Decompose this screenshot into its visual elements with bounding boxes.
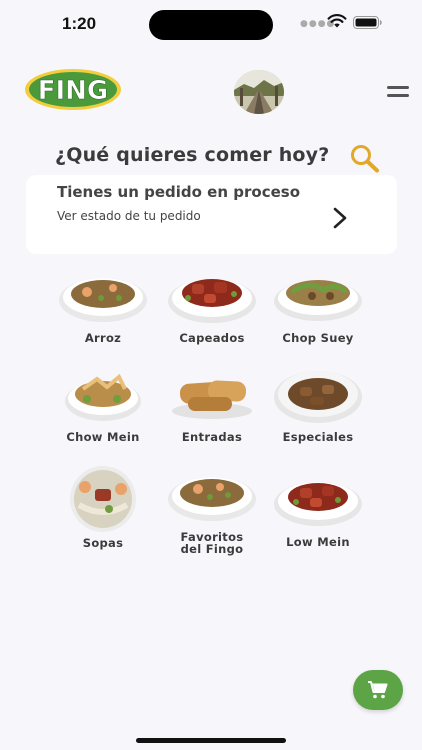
category-label: Sopas <box>82 536 124 550</box>
category-favoritos[interactable]: Favoritos del Fingo <box>157 467 267 555</box>
category-arroz[interactable]: Arroz <box>48 268 158 344</box>
category-sopas[interactable]: Sopas <box>48 465 158 549</box>
menu-icon[interactable] <box>387 86 409 100</box>
status-bar: 1:20 ●●●● <box>0 0 422 48</box>
chevron-right-icon[interactable] <box>332 207 348 229</box>
fing-logo[interactable]: FING <box>24 68 122 111</box>
especiales-image <box>274 371 362 423</box>
chow-mein-image <box>65 373 141 421</box>
search-icon[interactable] <box>349 143 381 173</box>
category-label: Low Mein <box>286 535 350 549</box>
category-entradas[interactable]: Entradas <box>157 367 267 443</box>
dynamic-island <box>149 10 273 40</box>
favoritos-image <box>168 477 256 521</box>
category-label: Chop Suey <box>282 331 354 345</box>
order-status-card[interactable]: Tienes un pedido en proceso Ver estado d… <box>26 175 397 254</box>
category-label: Chow Mein <box>66 430 140 444</box>
avatar[interactable] <box>234 70 284 114</box>
cart-icon <box>368 681 388 699</box>
category-label: Favoritos del Fingo <box>180 530 244 556</box>
sopas-image <box>70 466 136 532</box>
battery-icon <box>353 16 382 29</box>
entradas-image <box>172 380 252 419</box>
category-chop-suey[interactable]: Chop Suey <box>263 268 373 344</box>
home-indicator[interactable] <box>136 738 286 743</box>
capeados-image <box>168 279 256 323</box>
page-title: ¿Qué quieres comer hoy? <box>55 144 330 166</box>
category-label: Especiales <box>282 430 354 444</box>
category-label: Entradas <box>181 430 243 444</box>
category-label: Arroz <box>84 331 122 345</box>
category-especiales[interactable]: Especiales <box>263 367 373 443</box>
category-label: Capeados <box>179 331 245 345</box>
order-subtitle: Ver estado de tu pedido <box>57 209 201 223</box>
chop-suey-image <box>274 280 362 321</box>
category-low-mein[interactable]: Low Mein <box>263 472 373 548</box>
order-title: Tienes un pedido en proceso <box>57 183 300 201</box>
category-capeados[interactable]: Capeados <box>157 268 267 344</box>
low-mein-image <box>274 482 362 526</box>
wifi-icon <box>327 14 347 28</box>
arroz-image <box>59 278 147 322</box>
cart-button[interactable] <box>353 670 403 710</box>
status-time: 1:20 <box>62 14 97 33</box>
category-chow-mein[interactable]: Chow Mein <box>48 367 158 443</box>
logo-text: FING <box>38 76 109 106</box>
